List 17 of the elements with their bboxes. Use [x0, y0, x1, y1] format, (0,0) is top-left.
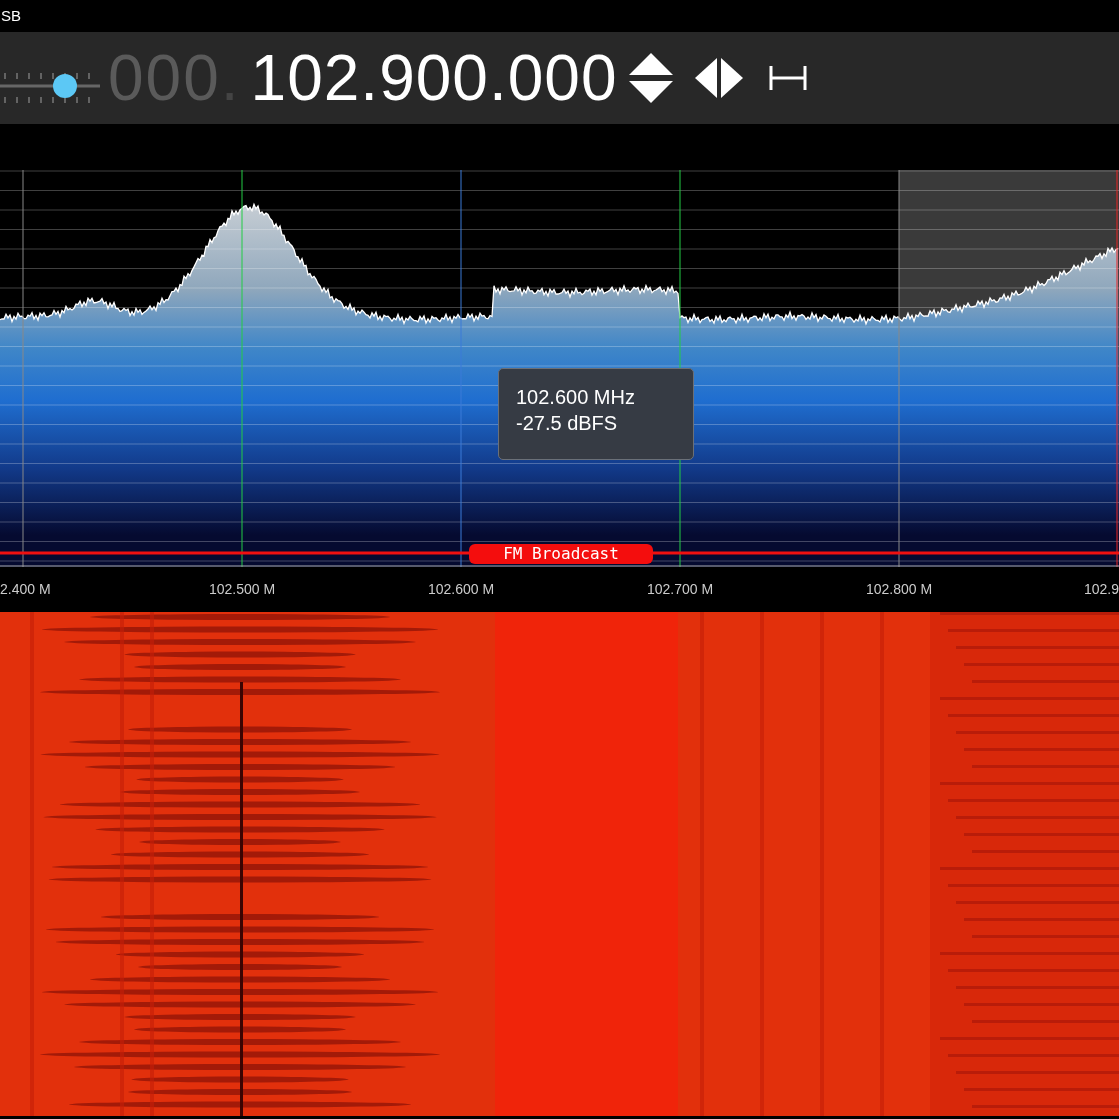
frequency-axis-label: 102.600 M	[427, 580, 495, 599]
up-down-arrows-icon[interactable]	[629, 53, 674, 103]
span-icon[interactable]	[769, 66, 808, 90]
frequency-axis-label: 102.9	[1083, 580, 1119, 599]
frequency-axis-label: 102.800 M	[865, 580, 933, 599]
left-right-arrows-icon[interactable]	[695, 58, 744, 98]
frequency-axis-label: 102.500 M	[208, 580, 276, 599]
spectrum-drawing[interactable]	[0, 170, 1119, 567]
frequency-axis-label: 2.400 M	[0, 580, 51, 599]
mode-label: SB	[1, 5, 21, 26]
tooltip-text: -27.5 dBFS	[516, 411, 619, 436]
frequency-axis-label: 102.700 M	[646, 580, 714, 599]
slider-thumb[interactable]	[53, 74, 77, 98]
frequency-dim-separator: .	[220, 46, 239, 110]
tooltip-text: 102.600 MHz	[516, 385, 635, 410]
frequency-display[interactable]: 102.900.000	[250, 46, 618, 110]
bookmark-label[interactable]: FM Broadcast	[469, 544, 653, 564]
